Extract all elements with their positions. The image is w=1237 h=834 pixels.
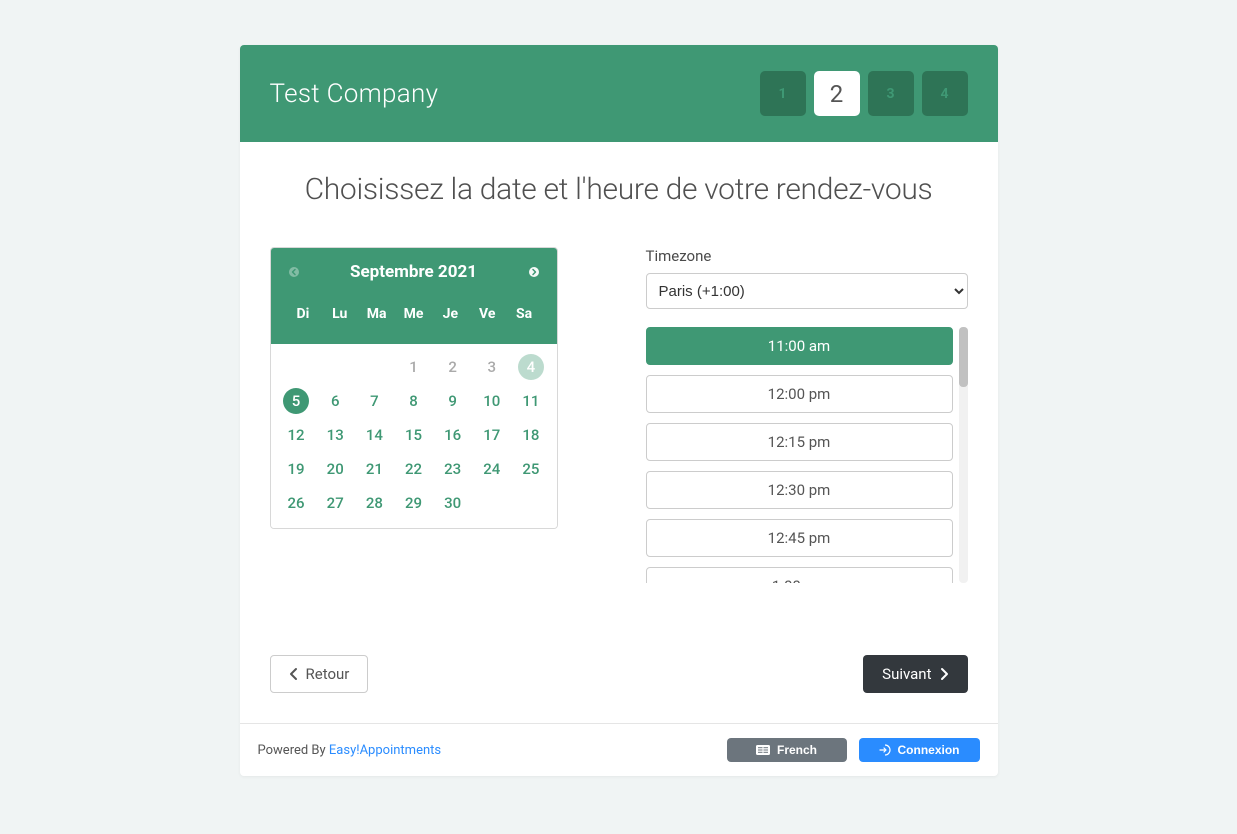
scrollbar-thumb[interactable] — [959, 327, 968, 387]
timeslot[interactable]: 12:00 pm — [646, 375, 953, 413]
powered-by-text: Powered By — [258, 743, 329, 758]
calendar-day-names: DiLuMaMeJeVeSa — [285, 302, 543, 326]
calendar-day-cell[interactable]: 8 — [394, 384, 433, 418]
timeslot[interactable]: 12:15 pm — [646, 423, 953, 461]
calendar-day-name: Sa — [506, 302, 543, 326]
calendar-day-cell[interactable]: 19 — [277, 452, 316, 486]
login-icon — [879, 744, 891, 756]
calendar-day-cell[interactable]: 28 — [355, 486, 394, 520]
timeslot[interactable]: 12:30 pm — [646, 471, 953, 509]
calendar-day-cell[interactable]: 25 — [511, 452, 550, 486]
calendar-day-cell[interactable]: 10 — [472, 384, 511, 418]
timeslots-list: 11:00 am 12:00 pm 12:15 pm 12:30 pm 12:45 pm… — [646, 327, 953, 583]
calendar-day-name: Ve — [469, 302, 506, 326]
next-button[interactable]: Suivant — [863, 655, 967, 693]
calendar-day-cell[interactable]: 30 — [433, 486, 472, 520]
calendar-day-cell — [511, 486, 550, 520]
calendar-day-name: Me — [395, 302, 432, 326]
next-button-label: Suivant — [882, 665, 931, 683]
calendar-day-cell[interactable]: 7 — [355, 384, 394, 418]
calendar-grid: 1234567891011121314151617181920212223242… — [277, 350, 551, 520]
chevron-left-icon — [289, 667, 298, 681]
calendar-day-name: Di — [285, 302, 322, 326]
calendar-day-cell[interactable]: 15 — [394, 418, 433, 452]
calendar-prev-icon — [285, 263, 303, 281]
wizard-step-3[interactable]: 3 — [868, 71, 914, 116]
calendar-day-cell — [472, 486, 511, 520]
page-title: Choisissez la date et l'heure de votre r… — [270, 172, 968, 207]
calendar-day-cell[interactable]: 21 — [355, 452, 394, 486]
timezone-label: Timezone — [646, 247, 968, 265]
calendar-day-cell: 1 — [394, 350, 433, 384]
wizard-step-4[interactable]: 4 — [922, 71, 968, 116]
calendar-day-cell[interactable]: 17 — [472, 418, 511, 452]
footer-powered-by: Powered By Easy!Appointments — [258, 743, 442, 758]
footer: Powered By Easy!Appointments French Conn… — [240, 723, 998, 776]
header: Test Company 1234 — [240, 45, 998, 142]
powered-by-link[interactable]: Easy!Appointments — [329, 743, 441, 758]
calendar-day-cell[interactable]: 13 — [316, 418, 355, 452]
calendar-day-cell: 2 — [433, 350, 472, 384]
language-button[interactable]: French — [727, 738, 847, 762]
language-icon — [756, 745, 770, 755]
chevron-right-icon — [940, 667, 949, 681]
wizard-step-1[interactable]: 1 — [760, 71, 806, 116]
calendar-month-label: Septembre 2021 — [303, 262, 525, 282]
calendar-day-cell[interactable]: 4 — [511, 350, 550, 384]
timeslot[interactable]: 12:45 pm — [646, 519, 953, 557]
calendar-day-cell[interactable]: 9 — [433, 384, 472, 418]
calendar-day-cell[interactable]: 11 — [511, 384, 550, 418]
company-name: Test Company — [270, 79, 439, 109]
calendar-day-cell — [355, 350, 394, 384]
calendar-day-cell[interactable]: 24 — [472, 452, 511, 486]
login-button-label: Connexion — [898, 743, 960, 757]
back-button-label: Retour — [306, 665, 350, 683]
calendar-day-name: Je — [432, 302, 469, 326]
calendar-day-cell — [277, 350, 316, 384]
calendar-day-cell[interactable]: 29 — [394, 486, 433, 520]
calendar-day-cell[interactable]: 5 — [277, 384, 316, 418]
timeslot[interactable]: 11:00 am — [646, 327, 953, 365]
timeslots-scrollbar[interactable] — [959, 327, 968, 583]
calendar-day-cell — [316, 350, 355, 384]
wizard-steps: 1234 — [760, 71, 968, 116]
timezone-select[interactable]: Paris (+1:00) — [646, 273, 968, 309]
login-button[interactable]: Connexion — [859, 738, 980, 762]
calendar-day-cell[interactable]: 20 — [316, 452, 355, 486]
calendar-day-cell[interactable]: 26 — [277, 486, 316, 520]
calendar-day-cell[interactable]: 6 — [316, 384, 355, 418]
back-button[interactable]: Retour — [270, 655, 369, 693]
calendar-day-cell[interactable]: 18 — [511, 418, 550, 452]
language-button-label: French — [777, 743, 817, 757]
calendar-day-cell[interactable]: 27 — [316, 486, 355, 520]
calendar-day-cell[interactable]: 22 — [394, 452, 433, 486]
calendar-day-cell[interactable]: 23 — [433, 452, 472, 486]
timeslot[interactable]: 1:00 pm — [646, 567, 953, 583]
calendar-day-cell[interactable]: 14 — [355, 418, 394, 452]
calendar-day-cell[interactable]: 16 — [433, 418, 472, 452]
calendar-day-name: Lu — [321, 302, 358, 326]
wizard-step-2[interactable]: 2 — [814, 71, 860, 116]
calendar-day-name: Ma — [358, 302, 395, 326]
calendar: Septembre 2021 DiLuMaMeJeVeSa 1234567891… — [270, 247, 558, 529]
calendar-day-cell: 3 — [472, 350, 511, 384]
calendar-next-icon[interactable] — [525, 263, 543, 281]
calendar-day-cell[interactable]: 12 — [277, 418, 316, 452]
